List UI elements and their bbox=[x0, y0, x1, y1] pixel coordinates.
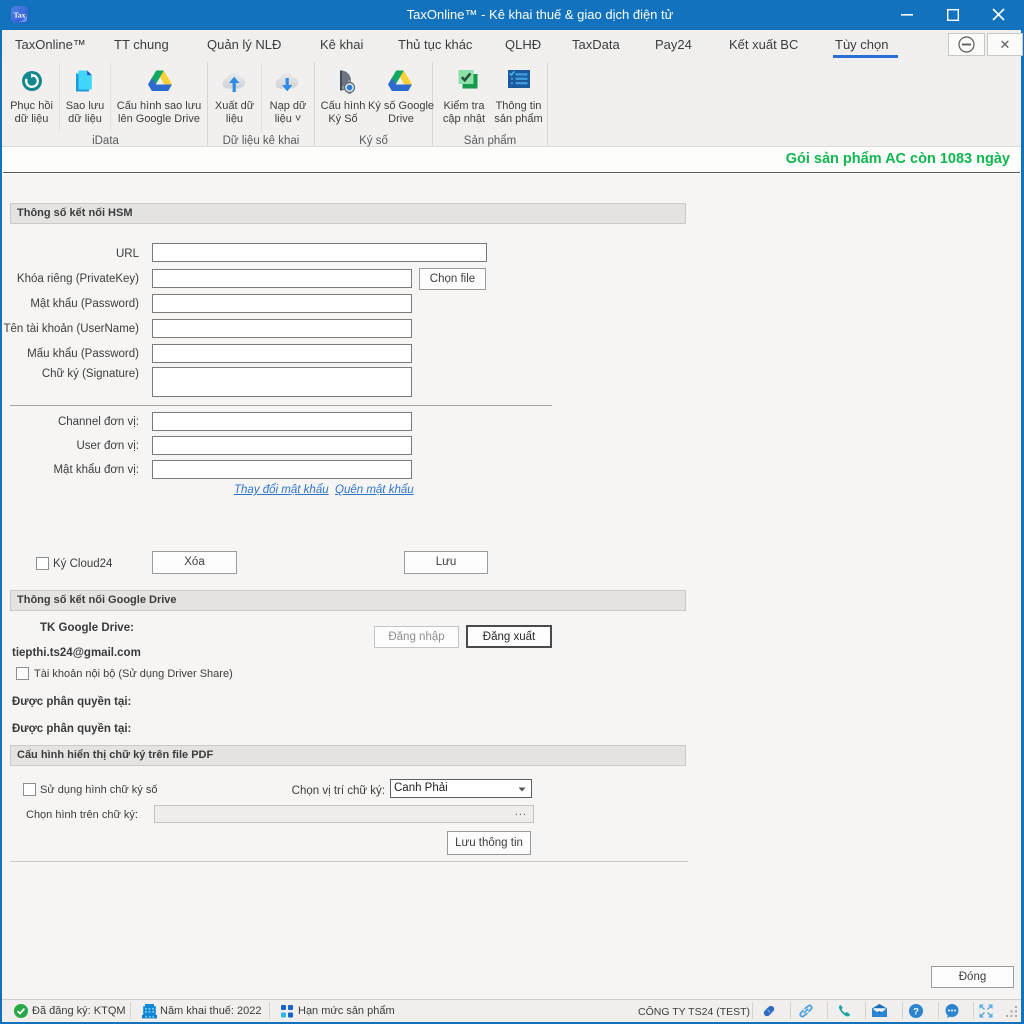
svg-text:?: ? bbox=[913, 1006, 919, 1017]
